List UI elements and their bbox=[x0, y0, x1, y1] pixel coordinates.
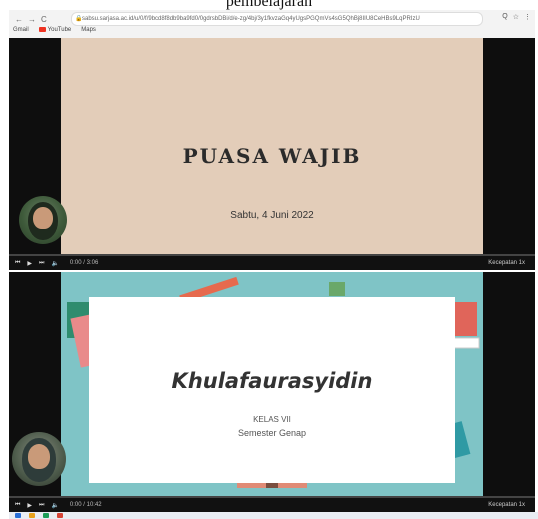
next-icon[interactable]: ⏭ bbox=[39, 502, 44, 509]
youtube-icon bbox=[38, 27, 46, 32]
speed-button[interactable]: Kecepatan 1x bbox=[488, 260, 525, 266]
slide-puasa-wajib: PUASA WAJIB Sabtu, 4 Juni 2022 bbox=[61, 38, 483, 256]
volume-icon[interactable]: 🔈 bbox=[51, 260, 58, 267]
bookmarks-bar: Gmail YouTube Maps bbox=[13, 27, 96, 33]
file-explorer-icon[interactable] bbox=[29, 513, 35, 518]
volume-icon[interactable]: 🔈 bbox=[51, 502, 58, 509]
back-icon[interactable]: ← bbox=[15, 15, 23, 24]
time-display: 0:00 / 10:42 bbox=[69, 502, 102, 508]
slide-title: Khulafaurasyidin bbox=[171, 369, 373, 393]
address-bar-url: sabsu.sarjasa.ac.id/u/0/f/9bcd8f8db9ba9f… bbox=[82, 16, 420, 22]
play-icon[interactable]: ▶ bbox=[27, 502, 32, 509]
presenter-avatar bbox=[19, 196, 67, 244]
reload-icon[interactable]: C bbox=[41, 15, 47, 24]
bookmark-youtube[interactable]: YouTube bbox=[38, 27, 72, 34]
player-controls: ⏮ ▶ ⏭ 🔈 0:00 / 10:42 Kecepatan 1x bbox=[9, 498, 535, 512]
time-display: 0:00 / 3:06 bbox=[69, 260, 99, 266]
prev-icon[interactable]: ⏮ bbox=[15, 260, 20, 267]
prev-icon[interactable]: ⏮ bbox=[15, 502, 20, 509]
browser-nav: ← → C bbox=[9, 13, 47, 25]
menu-icon[interactable]: ⋮ bbox=[524, 13, 531, 21]
search-icon[interactable]: Q bbox=[502, 13, 507, 21]
face-shape bbox=[28, 443, 50, 469]
app-icon[interactable] bbox=[57, 513, 63, 518]
windows-start-icon[interactable] bbox=[15, 513, 21, 518]
slide-title: PUASA WAJIB bbox=[182, 144, 362, 168]
browser-action-icons: Q ☆ ⋮ bbox=[502, 13, 531, 21]
address-bar[interactable]: 🔒 sabsu.sarjasa.ac.id/u/0/f/9bcd8f8db9ba… bbox=[71, 12, 483, 26]
forward-icon[interactable]: → bbox=[28, 15, 36, 24]
chrome-icon[interactable] bbox=[43, 513, 49, 518]
face-shape bbox=[33, 206, 53, 229]
bookmark-maps[interactable]: Maps bbox=[81, 27, 96, 33]
next-icon[interactable]: ⏭ bbox=[39, 260, 44, 267]
slide-date: Sabtu, 4 Juni 2022 bbox=[230, 210, 314, 221]
video-player-2[interactable]: Khulafaurasyidin KELAS VII Semester Gena… bbox=[9, 272, 535, 512]
speed-button[interactable]: Kecepatan 1x bbox=[488, 502, 525, 508]
slide-kelas: KELAS VII bbox=[253, 415, 291, 424]
taskbar bbox=[9, 512, 538, 519]
lock-icon: 🔒 bbox=[75, 16, 83, 22]
video-player-1[interactable]: PUASA WAJIB Sabtu, 4 Juni 2022 ⏮ ▶ ⏭ 🔈 0… bbox=[9, 38, 535, 270]
slide-semester: Semester Genap bbox=[237, 428, 307, 438]
slide-card: Khulafaurasyidin KELAS VII Semester Gena… bbox=[89, 297, 455, 483]
bookmark-gmail[interactable]: Gmail bbox=[13, 27, 29, 33]
pencil-sharpener-icon bbox=[329, 282, 345, 296]
star-icon[interactable]: ☆ bbox=[513, 13, 519, 21]
bookmark-youtube-label: YouTube bbox=[47, 27, 72, 34]
play-icon[interactable]: ▶ bbox=[27, 260, 32, 267]
player-controls: ⏮ ▶ ⏭ 🔈 0:00 / 3:06 Kecepatan 1x bbox=[9, 256, 535, 270]
browser-chrome: ← → C 🔒 sabsu.sarjasa.ac.id/u/0/f/9bcd8f… bbox=[9, 10, 535, 39]
presenter-avatar bbox=[12, 432, 66, 486]
slide-khulafaurasyidin: Khulafaurasyidin KELAS VII Semester Gena… bbox=[61, 272, 483, 498]
